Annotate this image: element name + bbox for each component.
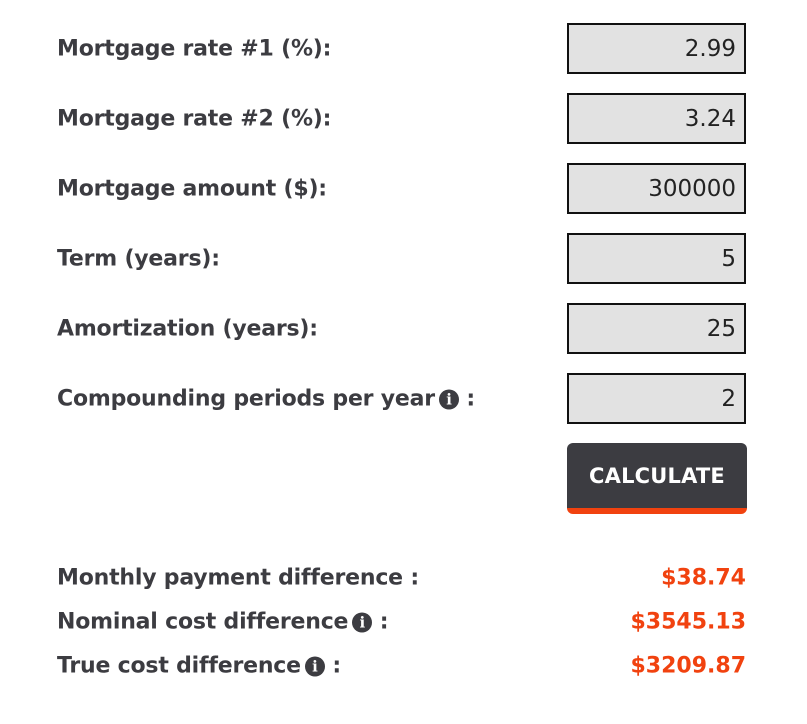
nominal-label-suffix: : (372, 609, 389, 635)
true-cost-difference-label: True cost difference i : (57, 654, 341, 679)
true-cost-label-suffix: : (324, 653, 341, 679)
monthly-difference-label: Monthly payment difference : (57, 565, 419, 591)
amortization-input[interactable] (567, 303, 746, 354)
field-row-rate-2: Mortgage rate #2 (%): (0, 93, 807, 145)
nominal-label-text: Nominal cost difference (57, 609, 349, 635)
term-input[interactable] (567, 233, 746, 284)
field-row-amortization: Amortization (years): (0, 303, 807, 355)
info-icon[interactable]: i (438, 389, 459, 410)
compounding-label-suffix: : (458, 386, 476, 412)
compounding-label: Compounding periods per year i : (57, 387, 475, 412)
calculate-button[interactable]: CALCULATE (567, 443, 747, 514)
true-cost-label-text: True cost difference (57, 653, 301, 679)
info-icon[interactable]: i (352, 612, 373, 633)
result-row-nominal: Nominal cost difference i : $3545.13 (0, 604, 807, 640)
rate-2-input[interactable] (567, 93, 746, 144)
rate-2-label: Mortgage rate #2 (%): (57, 106, 332, 132)
result-row-monthly: Monthly payment difference : $38.74 (0, 560, 807, 596)
rate-1-label: Mortgage rate #1 (%): (57, 36, 332, 62)
monthly-difference-value: $38.74 (661, 565, 746, 591)
term-label: Term (years): (57, 246, 220, 272)
field-row-amount: Mortgage amount ($): (0, 163, 807, 215)
field-row-term: Term (years): (0, 233, 807, 285)
field-row-compounding: Compounding periods per year i : (0, 373, 807, 425)
compounding-label-text: Compounding periods per year (57, 386, 435, 412)
nominal-difference-label: Nominal cost difference i : (57, 609, 389, 635)
rate-1-input[interactable] (567, 23, 746, 74)
amortization-label: Amortization (years): (57, 316, 318, 342)
field-row-rate-1: Mortgage rate #1 (%): (0, 23, 807, 75)
info-icon[interactable]: i (304, 656, 325, 677)
amount-label: Mortgage amount ($): (57, 176, 327, 202)
compounding-input[interactable] (567, 373, 746, 424)
nominal-difference-value: $3545.13 (630, 609, 746, 635)
amount-input[interactable] (567, 163, 746, 214)
result-row-true-cost: True cost difference i : $3209.87 (0, 648, 807, 684)
true-cost-difference-value: $3209.87 (630, 653, 746, 679)
